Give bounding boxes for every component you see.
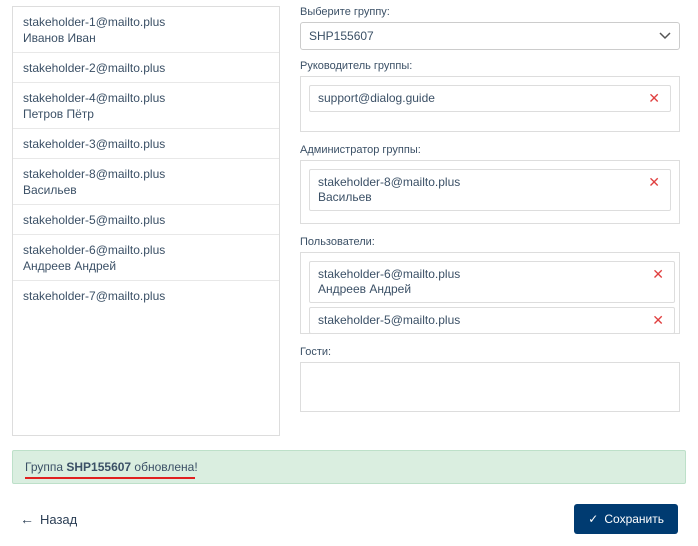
stakeholder-email: stakeholder-3@mailto.plus — [23, 137, 269, 151]
list-item[interactable]: stakeholder-3@mailto.plus — [13, 129, 279, 159]
stakeholder-email: stakeholder-7@mailto.plus — [23, 289, 269, 303]
remove-icon[interactable]: ✕ — [650, 267, 666, 281]
chip-email: stakeholder-6@mailto.plus — [318, 267, 644, 281]
stakeholder-name: Андреев Андрей — [23, 259, 269, 273]
guests-box[interactable] — [300, 362, 680, 412]
group-select[interactable]: SHP155607 — [300, 22, 680, 50]
admin-box[interactable]: stakeholder-8@mailto.plus Васильев ✕ — [300, 160, 680, 224]
save-button[interactable]: Сохранить — [574, 504, 678, 534]
list-item[interactable]: stakeholder-7@mailto.plus — [13, 281, 279, 310]
list-item[interactable]: stakeholder-1@mailto.plus Иванов Иван — [13, 7, 279, 53]
user-chip: stakeholder-6@mailto.plus Андреев Андрей… — [309, 261, 675, 303]
select-group-label: Выберите группу: — [300, 6, 680, 18]
list-item[interactable]: stakeholder-8@mailto.plus Васильев — [13, 159, 279, 205]
list-item[interactable]: stakeholder-2@mailto.plus — [13, 53, 279, 83]
chevron-down-icon — [659, 29, 671, 43]
leader-chip: support@dialog.guide ✕ — [309, 85, 671, 112]
users-label: Пользователи: — [300, 236, 680, 248]
chip-email: support@dialog.guide — [318, 91, 640, 105]
leader-box[interactable]: support@dialog.guide ✕ — [300, 76, 680, 132]
chip-email: stakeholder-8@mailto.plus — [318, 175, 640, 189]
user-chip: stakeholder-5@mailto.plus ✕ — [309, 307, 675, 334]
stakeholder-email: stakeholder-6@mailto.plus — [23, 243, 269, 257]
group-leader-label: Руководитель группы: — [300, 60, 680, 72]
stakeholder-email: stakeholder-5@mailto.plus — [23, 213, 269, 227]
remove-icon[interactable]: ✕ — [650, 313, 666, 327]
chip-name: Андреев Андрей — [318, 282, 644, 296]
notification-bar: Группа SHP155607 обновлена! — [12, 450, 686, 484]
back-label: Назад — [40, 512, 77, 527]
stakeholder-name: Васильев — [23, 183, 269, 197]
stakeholder-list[interactable]: stakeholder-1@mailto.plus Иванов Иван st… — [12, 6, 280, 436]
stakeholder-email: stakeholder-1@mailto.plus — [23, 15, 269, 29]
users-box[interactable]: stakeholder-6@mailto.plus Андреев Андрей… — [300, 252, 680, 334]
stakeholder-email: stakeholder-2@mailto.plus — [23, 61, 269, 75]
remove-icon[interactable]: ✕ — [646, 91, 662, 105]
back-button[interactable]: ← Назад — [20, 511, 77, 527]
check-icon — [588, 512, 598, 526]
group-admin-label: Администратор группы: — [300, 144, 680, 156]
stakeholder-email: stakeholder-4@mailto.plus — [23, 91, 269, 105]
stakeholder-name: Петров Пётр — [23, 107, 269, 121]
stakeholder-name: Иванов Иван — [23, 31, 269, 45]
notification-group: SHP155607 — [66, 460, 131, 474]
notification-underline — [25, 477, 195, 479]
notification-suffix: обновлена! — [131, 460, 198, 474]
group-selected-value: SHP155607 — [309, 29, 374, 43]
notification-prefix: Группа — [25, 460, 66, 474]
chip-email: stakeholder-5@mailto.plus — [318, 313, 644, 327]
guests-label: Гости: — [300, 346, 680, 358]
save-label: Сохранить — [604, 512, 664, 526]
admin-chip: stakeholder-8@mailto.plus Васильев ✕ — [309, 169, 671, 211]
remove-icon[interactable]: ✕ — [646, 175, 662, 189]
list-item[interactable]: stakeholder-6@mailto.plus Андреев Андрей — [13, 235, 279, 281]
list-item[interactable]: stakeholder-4@mailto.plus Петров Пётр — [13, 83, 279, 129]
chip-name: Васильев — [318, 190, 640, 204]
stakeholder-email: stakeholder-8@mailto.plus — [23, 167, 269, 181]
arrow-left-icon: ← — [20, 511, 34, 527]
list-item[interactable]: stakeholder-5@mailto.plus — [13, 205, 279, 235]
